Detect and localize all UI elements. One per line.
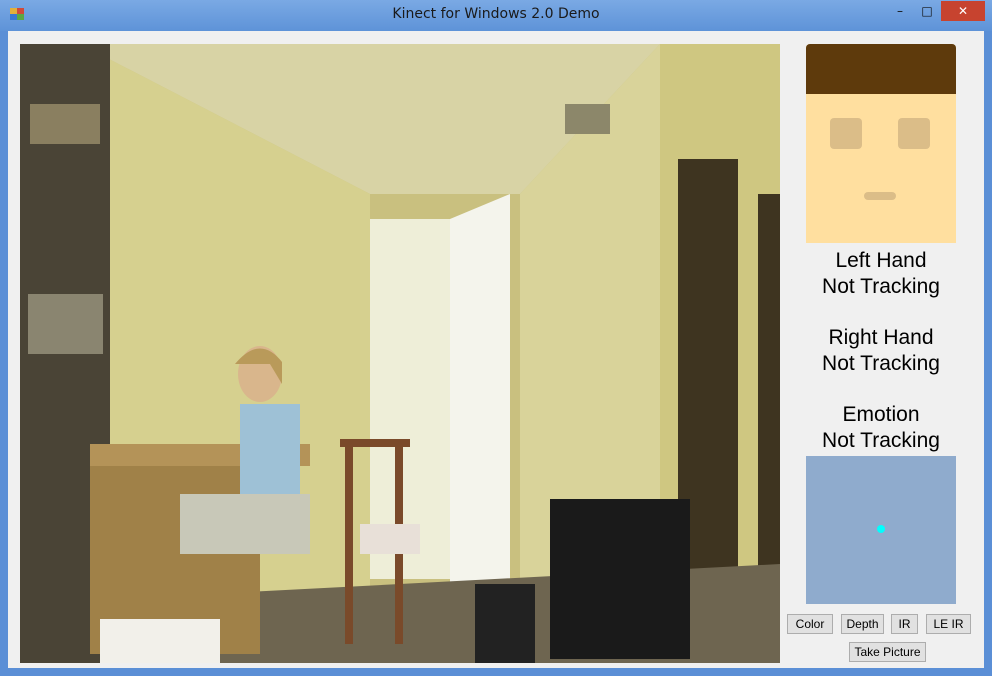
right-hand-status: Right Hand Not Tracking: [806, 325, 956, 377]
right-hand-label: Right Hand: [828, 326, 934, 349]
hand-tracker-panel: [806, 456, 956, 604]
left-hand-status: Left Hand Not Tracking: [806, 248, 956, 300]
emotion-value: Not Tracking: [822, 429, 940, 452]
ir-button[interactable]: IR: [891, 614, 918, 634]
face-avatar: [806, 44, 956, 243]
avatar-hair: [806, 44, 956, 94]
depth-button[interactable]: Depth: [841, 614, 884, 634]
close-button[interactable]: ✕: [941, 1, 985, 21]
maximize-button[interactable]: □: [914, 1, 940, 21]
tracker-dot: [877, 525, 885, 533]
window-title: Kinect for Windows 2.0 Demo: [392, 6, 600, 22]
color-button[interactable]: Color: [787, 614, 833, 634]
avatar-right-eye: [898, 118, 930, 149]
avatar-mouth: [864, 192, 896, 200]
app-window: Kinect for Windows 2.0 Demo – □ ✕ Left H…: [0, 0, 992, 676]
camera-scene-image: [20, 44, 780, 663]
left-hand-label: Left Hand: [835, 249, 927, 272]
le-ir-button[interactable]: LE IR: [926, 614, 971, 634]
emotion-status: Emotion Not Tracking: [806, 402, 956, 454]
client-area: Left Hand Not Tracking Right Hand Not Tr…: [8, 31, 984, 668]
avatar-left-eye: [830, 118, 862, 149]
left-hand-value: Not Tracking: [822, 275, 940, 298]
camera-feed: [20, 44, 780, 663]
emotion-label: Emotion: [842, 403, 920, 426]
take-picture-button[interactable]: Take Picture: [849, 642, 926, 662]
title-bar[interactable]: Kinect for Windows 2.0 Demo – □ ✕: [0, 0, 992, 31]
minimize-button[interactable]: –: [887, 1, 913, 21]
right-hand-value: Not Tracking: [822, 352, 940, 375]
